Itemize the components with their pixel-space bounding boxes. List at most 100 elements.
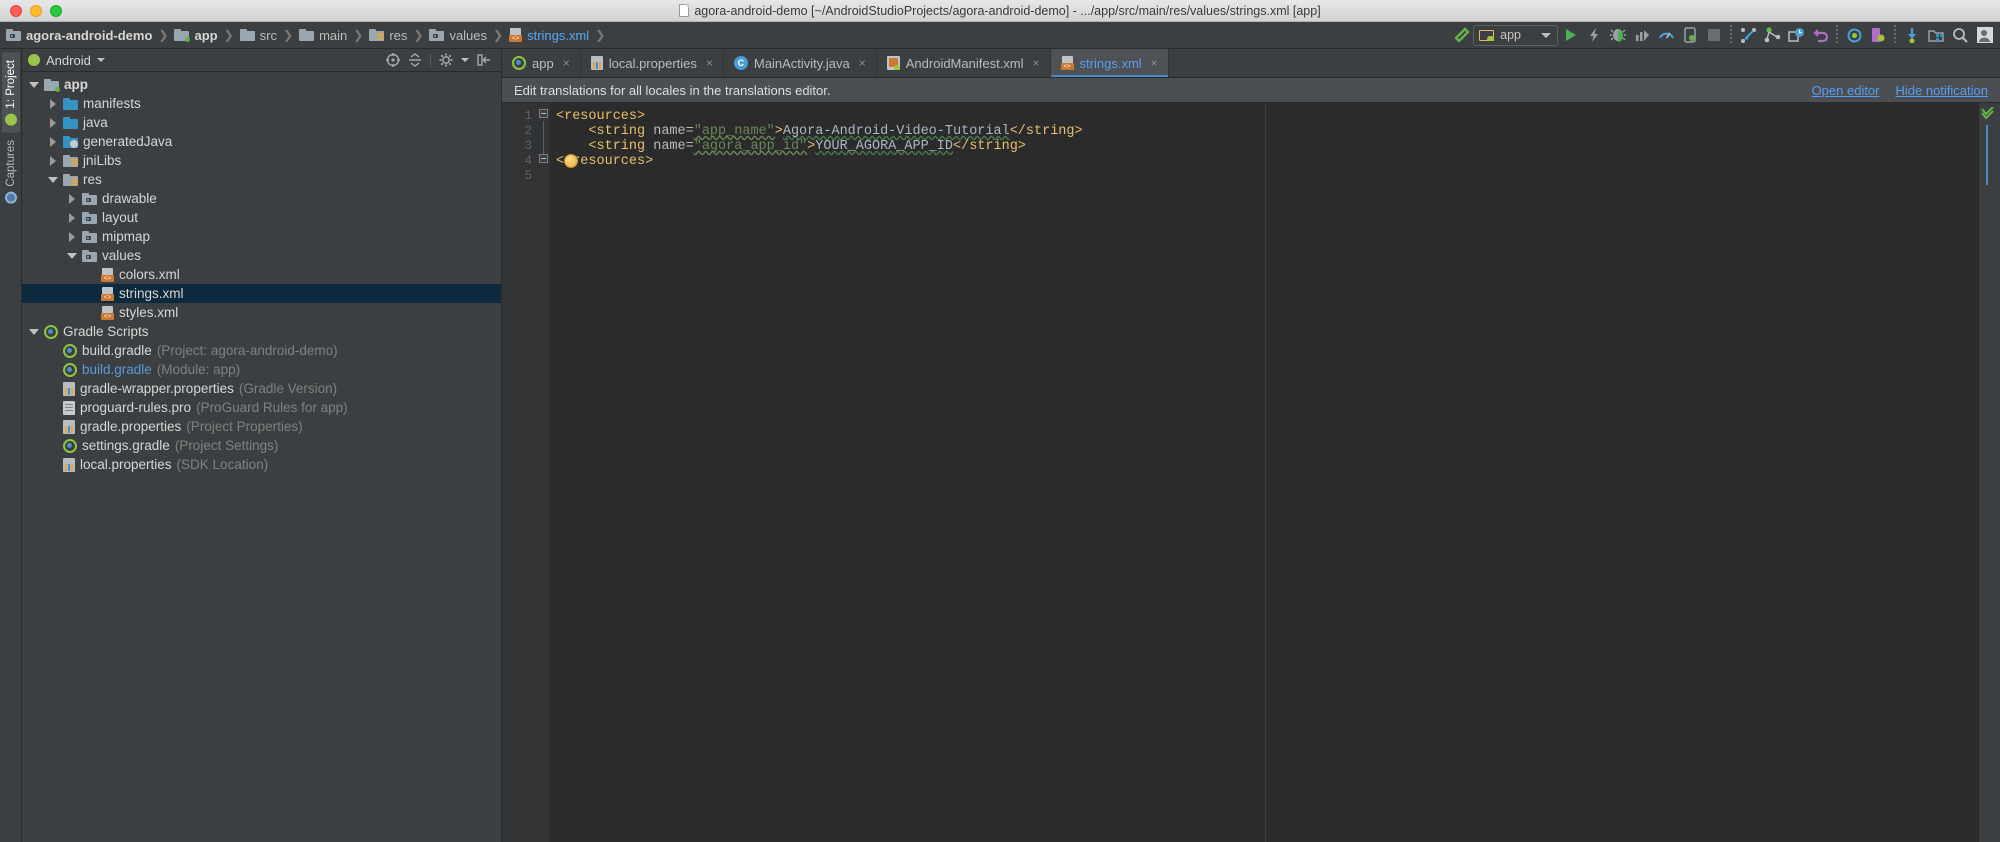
fold-marker-open[interactable] — [539, 109, 548, 118]
fold-marker-close[interactable] — [539, 154, 548, 163]
breadcrumb-item-project[interactable]: agora-android-demo — [4, 28, 154, 43]
search-everywhere-icon[interactable] — [1948, 24, 1972, 46]
module-selector-dropdown[interactable]: app — [1473, 24, 1558, 46]
breadcrumb-item-main[interactable]: main — [297, 28, 349, 43]
close-icon[interactable]: × — [1033, 56, 1040, 70]
maximize-button[interactable] — [50, 4, 62, 17]
tree-node-gradle-wrapper-properties[interactable]: gradle-wrapper.properties (Gradle Version… — [22, 379, 501, 398]
tree-node-mipmap[interactable]: mipmap — [22, 227, 501, 246]
undo-arrow-icon[interactable] — [1808, 24, 1832, 46]
history-clock-icon[interactable] — [1784, 24, 1808, 46]
debug-bug-icon[interactable] — [1606, 24, 1630, 46]
scrollbar-thumb[interactable] — [1986, 125, 1988, 185]
tree-node-build-gradle[interactable]: build.gradle (Module: app) — [22, 360, 501, 379]
tab-local-properties[interactable]: local.properties × — [581, 49, 724, 77]
inspections-ok-checkmark[interactable] — [1981, 106, 1995, 122]
hide-notification-link[interactable]: Hide notification — [1896, 83, 1989, 98]
breadcrumb-item-src[interactable]: src — [238, 28, 279, 43]
user-avatar-icon[interactable] — [1972, 24, 1996, 46]
project-structure-icon[interactable] — [1924, 24, 1948, 46]
chevron-right-icon[interactable] — [49, 118, 58, 128]
tree-node-jnilibs[interactable]: jniLibs — [22, 151, 501, 170]
stop-square-icon[interactable] — [1702, 24, 1726, 46]
tree-node-drawable[interactable]: drawable — [22, 189, 501, 208]
lightning-icon[interactable] — [1582, 24, 1606, 46]
chevron-right-icon[interactable] — [49, 99, 58, 109]
code-line-1[interactable]: <resources> — [550, 109, 1978, 124]
step-into-icon[interactable] — [1736, 24, 1760, 46]
chevron-right-icon[interactable] — [49, 156, 58, 166]
sdk-download-icon[interactable] — [1900, 24, 1924, 46]
code-content[interactable]: <resources> <string name="app_name">Agor… — [550, 103, 1978, 842]
code-editor[interactable]: 12345 <resources> <string name="app_name… — [502, 103, 2000, 842]
breadcrumb-item-app[interactable]: app — [172, 28, 219, 43]
minimize-button[interactable] — [30, 4, 42, 17]
tree-node-layout[interactable]: layout — [22, 208, 501, 227]
project-view-selector-label[interactable]: Android — [46, 53, 91, 68]
tree-node-values[interactable]: values — [22, 246, 501, 265]
breadcrumb-item-file[interactable]: strings.xml — [507, 28, 591, 43]
chevron-down-icon[interactable] — [29, 327, 39, 336]
chevron-down-icon[interactable] — [461, 58, 469, 62]
profiler-bars-icon[interactable] — [1630, 24, 1654, 46]
sidebar-item-project[interactable]: 1: Project — [1, 53, 20, 133]
tree-node-gradle-properties[interactable]: gradle.properties (Project Properties) — [22, 417, 501, 436]
vcs-branch-icon[interactable] — [1760, 24, 1784, 46]
tree-node-strings-xml[interactable]: strings.xml — [22, 284, 501, 303]
tree-node-manifests[interactable]: manifests — [22, 94, 501, 113]
code-line-2[interactable]: <string name="app_name">Agora-Android-Vi… — [550, 124, 1978, 139]
tree-node-proguard-rules-pro[interactable]: proguard-rules.pro (ProGuard Rules for ap… — [22, 398, 501, 417]
chevron-down-icon[interactable] — [67, 251, 77, 260]
tree-node-colors-xml[interactable]: colors.xml — [22, 265, 501, 284]
close-button[interactable] — [10, 4, 22, 17]
tree-node-app[interactable]: app — [22, 75, 501, 94]
breadcrumb-item-values[interactable]: values — [427, 28, 489, 43]
settings-gear-icon[interactable] — [439, 53, 453, 67]
chevron-right-icon[interactable] — [49, 137, 58, 147]
tab-androidmanifest-xml[interactable]: AndroidManifest.xml × — [877, 49, 1051, 77]
close-icon[interactable]: × — [706, 56, 713, 70]
tree-node-styles-xml[interactable]: styles.xml — [22, 303, 501, 322]
chevron-down-icon[interactable] — [48, 175, 58, 184]
close-icon[interactable]: × — [1151, 56, 1158, 70]
tree-node-generatedjava[interactable]: generatedJava — [22, 132, 501, 151]
chevron-right-icon[interactable] — [68, 232, 77, 242]
collapse-all-icon[interactable] — [408, 53, 422, 67]
code-folding-strip[interactable] — [538, 103, 550, 842]
run-play-icon[interactable] — [1558, 24, 1582, 46]
chevron-down-icon[interactable] — [96, 58, 105, 62]
close-icon[interactable]: × — [859, 56, 866, 70]
device-manager-icon[interactable] — [1678, 24, 1702, 46]
tree-node-settings-gradle[interactable]: settings.gradle (Project Settings) — [22, 436, 501, 455]
project-tree[interactable]: app manifests java generatedJava jniLibs res d… — [22, 72, 501, 842]
tree-node-local-properties[interactable]: local.properties (SDK Location) — [22, 455, 501, 474]
hammer-icon[interactable] — [1449, 24, 1473, 46]
open-editor-link[interactable]: Open editor — [1812, 83, 1880, 98]
tree-node-java[interactable]: java — [22, 113, 501, 132]
traffic-lights[interactable] — [0, 4, 62, 17]
code-line-5[interactable] — [550, 169, 1978, 184]
tree-node-gradle-scripts[interactable]: Gradle Scripts — [22, 322, 501, 341]
hide-panel-icon[interactable] — [477, 53, 491, 67]
tab-mainactivity-java[interactable]: C MainActivity.java × — [724, 49, 877, 77]
tree-node-build-gradle[interactable]: build.gradle (Project: agora-android-demo… — [22, 341, 501, 360]
editor-markup-scrollbar[interactable] — [1978, 103, 1994, 842]
chevron-down-icon[interactable] — [29, 80, 39, 89]
gradle-sync-icon[interactable] — [1842, 24, 1866, 46]
chevron-right-icon[interactable] — [68, 213, 77, 223]
chevron-right-icon[interactable] — [68, 194, 77, 204]
tab-strings-xml[interactable]: strings.xml × — [1050, 49, 1169, 77]
intention-lightbulb-icon[interactable] — [564, 154, 578, 168]
tab-app[interactable]: app × — [502, 49, 581, 77]
breadcrumb-item-res[interactable]: res — [367, 28, 409, 43]
code-line-4[interactable]: </resources> — [550, 154, 1978, 169]
avd-manager-icon[interactable] — [1866, 24, 1890, 46]
close-icon[interactable]: × — [563, 56, 570, 70]
gauge-icon[interactable] — [1654, 24, 1678, 46]
editor-tabbar[interactable]: app × local.properties × C MainActivity.java ×… — [502, 49, 2000, 78]
tree-node-res[interactable]: res — [22, 170, 501, 189]
sidebar-item-captures[interactable]: Captures — [2, 133, 20, 211]
locate-target-icon[interactable] — [386, 53, 400, 67]
code-line-3[interactable]: <string name="agora_app_id">YOUR_AGORA_A… — [550, 139, 1978, 154]
